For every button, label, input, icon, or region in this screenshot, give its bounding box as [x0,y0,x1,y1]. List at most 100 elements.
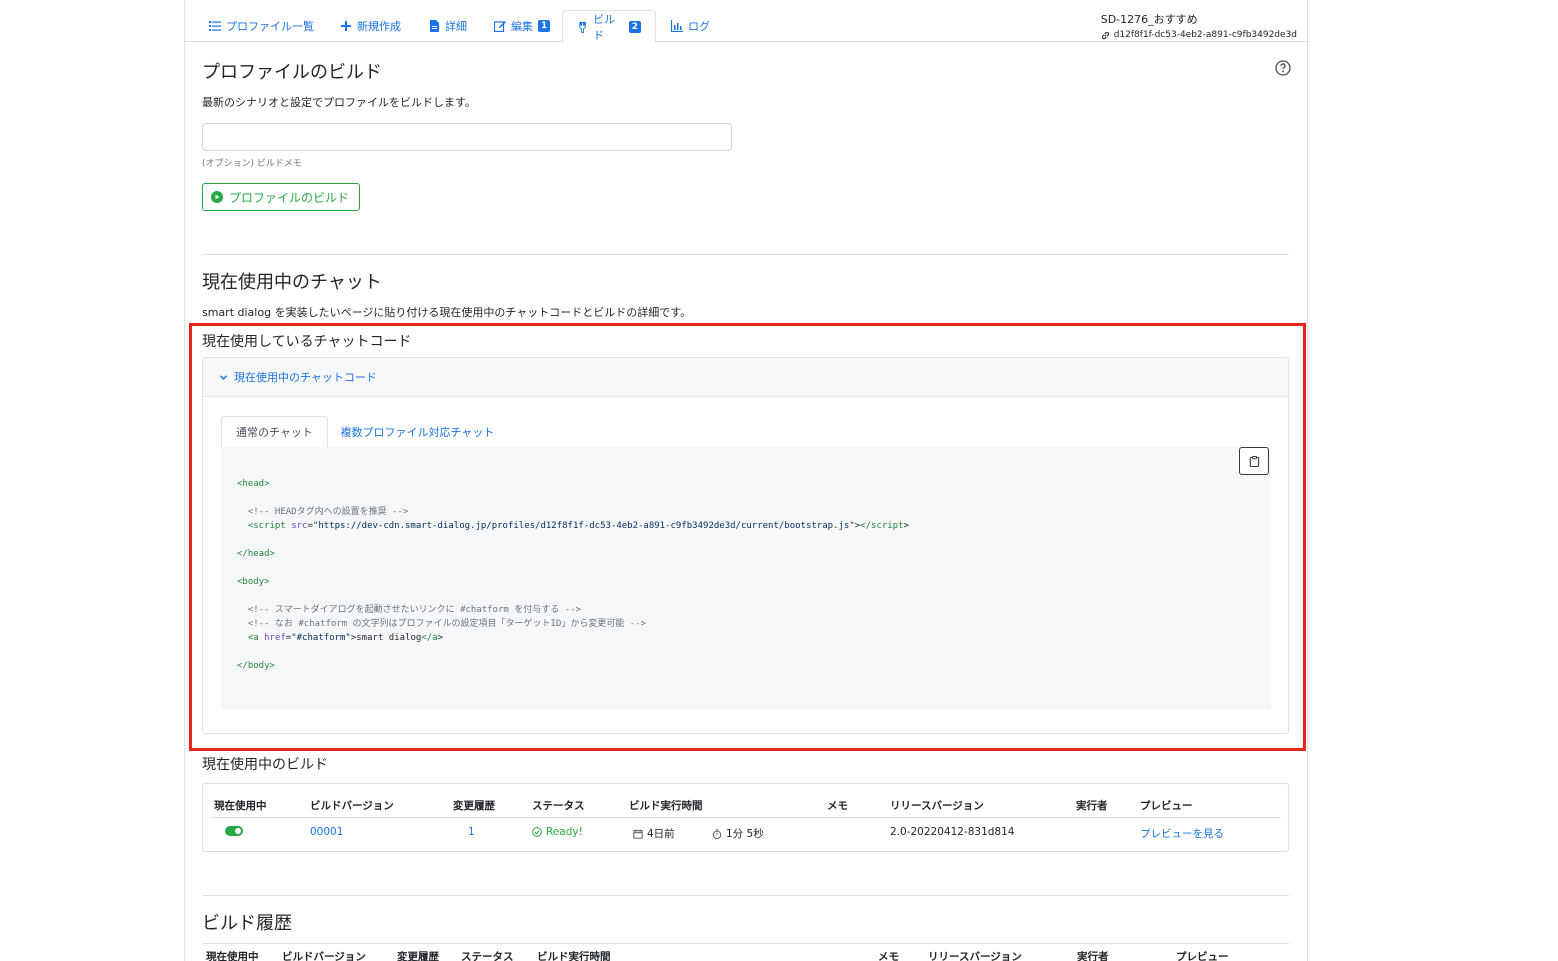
table-header-line [211,817,1281,818]
main-frame: プロファイル一覧 新規作成 詳細 編集 1 ビルド 2 ログ SD-1276_お… [184,0,1308,961]
list-icon [209,21,221,31]
hist-col-in-use: 現在使用中 [206,951,259,961]
hist-col-memo: メモ [878,951,899,961]
copy-code-button[interactable] [1239,447,1269,475]
release-version: 2.0-20220412-831d814 [890,826,1015,838]
history-title: ビルド履歴 [202,913,292,934]
current-build-title: 現在使用中のビルド [202,757,328,773]
tab-label: ログ [688,20,710,33]
tab-label: 編集 [511,20,533,33]
tab-label: 新規作成 [357,20,401,33]
clipboard-icon [1249,455,1259,467]
build-profile-button[interactable]: プロファイルのビルド [202,183,360,211]
top-nav: プロファイル一覧 新規作成 詳細 編集 1 ビルド 2 ログ SD-1276_お… [185,0,1307,43]
play-circle-icon [211,191,223,203]
build-description: 最新のシナリオと設定でプロファイルをビルドします。 [202,96,476,109]
divider [202,254,1289,255]
toggle-on-icon [225,826,243,836]
profile-name: SD-1276_おすすめ [1100,13,1198,26]
tab-label: プロファイル一覧 [226,20,314,33]
code-anchor-href: #chatform [296,633,346,643]
hist-col-executor: 実行者 [1077,951,1109,961]
code-head-close: </head> [237,549,275,559]
tab-log[interactable]: ログ [657,10,724,42]
link-icon [1101,31,1109,39]
build-button-label: プロファイルのビルド [229,190,350,205]
edit-badge: 1 [538,20,551,32]
col-release: リリースバージョン [890,800,984,812]
build-memo-help: (オプション) ビルドメモ [202,159,302,169]
chevron-down-icon [219,374,228,380]
duration-label: 1分 5秒 [726,828,764,840]
check-circle-icon [532,827,542,837]
tab-normal-chat[interactable]: 通常のチャット [221,416,328,448]
code-script-src: https://dev-cdn.smart-dialog.jp/profiles… [318,521,850,531]
current-build-card: 現在使用中 ビルドバージョン 変更履歴 ステータス ビルド実行時間 メモ リリー… [202,783,1289,852]
hist-col-version: ビルドバージョン [282,951,366,961]
code-head-open: <head> [237,479,270,489]
code-comment-2: <!-- スマートダイアログを起動させたいリンクに #chatform を付与す… [247,605,581,615]
col-status: ステータス [532,800,585,812]
chat-code-title: 現在使用しているチャットコード [202,334,412,350]
col-build-time: ビルド実行時間 [629,800,703,812]
tab-multi-profile-chat[interactable]: 複数プロファイル対応チャット [330,416,505,448]
profile-uuid-row[interactable]: d12f8f1f-dc53-4eb2-a891-c9fb3492de3d [1101,30,1297,40]
tab-build[interactable]: ビルド 2 [562,10,656,43]
col-changes: 変更履歴 [453,800,495,812]
subtab-label: 通常のチャット [236,426,313,439]
hist-col-status: ステータス [461,951,514,961]
col-preview: プレビュー [1140,800,1193,812]
tab-edit[interactable]: 編集 1 [480,10,564,42]
build-duration: 1分 5秒 [712,826,764,841]
history-table-top-line [202,943,1289,944]
in-use-toggle[interactable] [225,826,243,836]
help-icon[interactable] [1275,60,1291,76]
chat-code: <head> <!-- HEADタグ内への設置を推奨 --> <script s… [237,479,909,671]
changes-link[interactable]: 1 [468,826,475,838]
tab-profile-list[interactable]: プロファイル一覧 [195,10,328,42]
edit-icon [494,21,506,32]
file-icon [430,20,439,32]
hist-col-build-time: ビルド実行時間 [537,951,611,961]
col-executor: 実行者 [1076,800,1108,812]
preview-link[interactable]: プレビューを見る [1140,826,1224,841]
build-version-link[interactable]: 00001 [310,826,343,838]
code-comment-3: <!-- なお #chatform の文字列はプロファイルの設定項目「ターゲット… [247,619,647,629]
divider [202,895,1289,896]
code-block[interactable]: <head> <!-- HEADタグ内への設置を推奨 --> <script s… [221,447,1271,709]
chart-icon [671,20,683,32]
tab-new[interactable]: 新規作成 [326,10,415,42]
hist-col-preview: プレビュー [1176,951,1229,961]
built-ago-label: 4日前 [647,828,675,840]
tab-label: 詳細 [445,20,467,33]
chat-code-collapse-toggle[interactable]: 現在使用中のチャットコード [203,358,1288,397]
chat-section-description: smart dialog を実装したいページに貼り付ける現在使用中のチャットコー… [202,306,692,319]
col-version: ビルドバージョン [310,800,394,812]
col-memo: メモ [827,800,848,812]
hist-col-release: リリースバージョン [928,951,1022,961]
build-badge: 2 [628,20,641,33]
code-comment-1: <!-- HEADタグ内への設置を推奨 --> [247,507,409,517]
calendar-icon [633,828,643,839]
code-anchor-text: smart dialog [356,633,422,643]
code-body-close: </body> [237,661,275,671]
col-in-use: 現在使用中 [214,800,267,812]
collapse-label: 現在使用中のチャットコード [234,371,377,384]
chat-section-title: 現在使用中のチャット [202,272,382,293]
chat-code-card: 現在使用中のチャットコード 通常のチャット 複数プロファイル対応チャット <he… [202,357,1289,734]
tab-detail[interactable]: 詳細 [414,10,481,42]
stopwatch-icon [712,828,722,839]
hist-col-changes: 変更履歴 [397,951,439,961]
build-memo-input[interactable] [202,123,732,151]
subtab-label: 複数プロファイル対応チャット [340,426,495,439]
build-icon [579,21,586,33]
tab-label: ビルド [593,12,616,42]
status-label: Ready! [546,826,583,838]
profile-uuid: d12f8f1f-dc53-4eb2-a891-c9fb3492de3d [1113,30,1297,40]
built-ago: 4日前 [633,826,675,841]
plus-icon [341,21,351,31]
code-body-open: <body> [237,577,270,587]
status-ready: Ready! [532,826,583,838]
page-title: プロファイルのビルド [202,62,382,83]
profile-identity: SD-1276_おすすめ d12f8f1f-dc53-4eb2-a891-c9f… [1101,11,1297,40]
